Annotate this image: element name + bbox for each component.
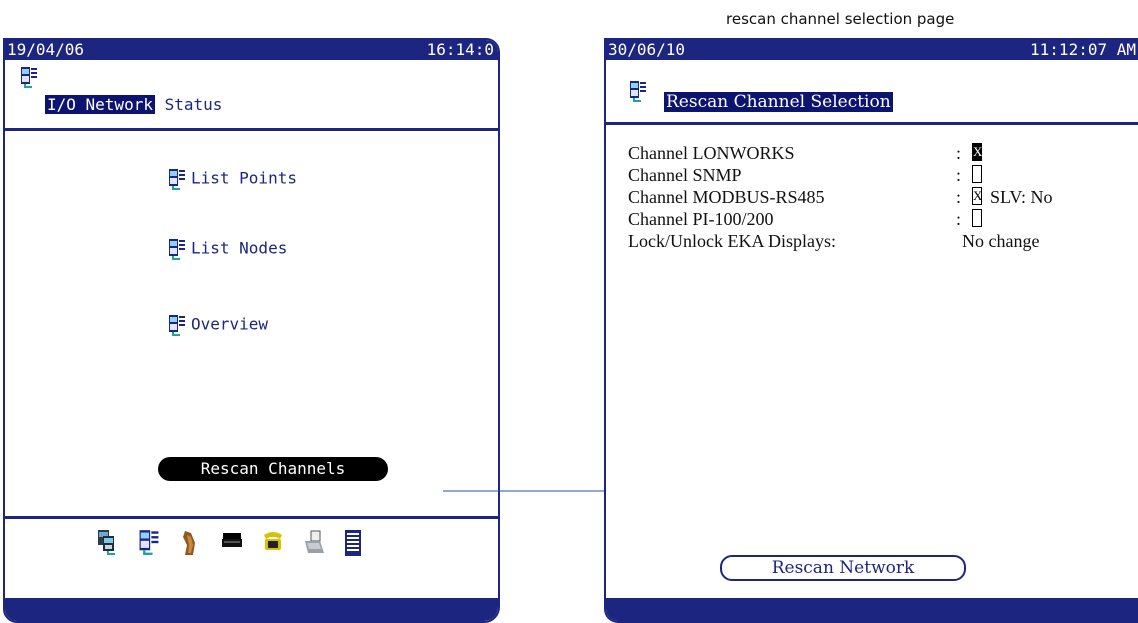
colon: :	[956, 165, 962, 185]
page-title-highlight: I/O Network	[45, 95, 155, 114]
list-nodes-label: List Nodes	[191, 238, 288, 258]
colon: :	[956, 187, 962, 207]
rescan-channel-selection-screen: 30/06/10 11:12:07 AM Rescan Channel Sele…	[604, 38, 1138, 623]
channel-label: Channel MODBUS-RS485	[628, 187, 825, 207]
telephone-button[interactable]	[261, 529, 302, 557]
device-icon	[21, 67, 37, 88]
device-icon	[169, 169, 185, 190]
divider	[5, 128, 498, 131]
channel-checkbox[interactable]	[972, 209, 982, 227]
lock-value[interactable]: No change	[962, 230, 1039, 252]
list-nodes-link[interactable]: List Nodes	[168, 238, 287, 260]
rescan-network-button[interactable]: Rescan Network	[720, 555, 966, 581]
horn-button[interactable]	[179, 529, 220, 557]
bottom-bar	[606, 598, 1138, 621]
channel-checkbox[interactable]: X	[972, 143, 982, 161]
overview-label: Overview	[191, 314, 269, 334]
time-label: 11:12:07 AM	[1030, 40, 1136, 59]
page-title: I/O Network Status	[45, 95, 222, 114]
fax-button[interactable]	[302, 529, 343, 557]
page-title-highlight: Rescan Channel Selection	[664, 92, 893, 112]
date-label: 19/04/06	[7, 40, 85, 59]
fax-icon	[305, 530, 324, 553]
status-bar: 19/04/06 16:14:0	[5, 40, 498, 60]
toolbar	[97, 529, 384, 557]
horn-icon	[183, 531, 195, 555]
page-caption: rescan channel selection page	[726, 10, 955, 28]
status-bar: 30/06/10 11:12:07 AM	[606, 40, 1138, 60]
divider	[5, 516, 498, 519]
device-icon	[139, 530, 159, 555]
colon: :	[956, 209, 962, 229]
page-title: Rescan Channel Selection	[664, 92, 893, 112]
time-label: 16:14:0	[426, 40, 494, 59]
device-icon	[169, 315, 185, 336]
channel-checkbox[interactable]: X	[972, 187, 982, 205]
divider	[606, 122, 1138, 125]
bottom-bar	[5, 598, 498, 621]
channel-checkbox[interactable]	[972, 165, 982, 183]
page-title-rest: Status	[164, 95, 223, 114]
network-button[interactable]	[97, 529, 138, 557]
log-icon	[345, 530, 361, 556]
colon: :	[956, 143, 962, 163]
date-label: 30/06/10	[608, 40, 686, 59]
rescan-channels-button[interactable]: Rescan Channels	[158, 457, 388, 481]
log-button[interactable]	[343, 529, 384, 557]
list-points-link[interactable]: List Points	[168, 168, 297, 190]
overview-link[interactable]: Overview	[168, 314, 268, 336]
slave-setting[interactable]: SLV: No	[990, 186, 1053, 208]
channel-label: Channel SNMP	[628, 165, 742, 185]
printer-icon	[222, 533, 242, 547]
device-icon	[630, 81, 646, 102]
device-button[interactable]	[138, 529, 179, 557]
network-icon	[98, 530, 115, 555]
telephone-icon	[264, 532, 282, 550]
list-points-label: List Points	[191, 168, 297, 188]
printer-button[interactable]	[220, 529, 261, 557]
channel-label: Channel LONWORKS	[628, 143, 795, 163]
device-icon	[169, 239, 185, 260]
channel-label: Channel PI-100/200	[628, 209, 774, 229]
lock-label: Lock/Unlock EKA Displays:	[628, 231, 836, 251]
io-network-status-screen: 19/04/06 16:14:0 I/O Network Status List…	[3, 38, 500, 623]
